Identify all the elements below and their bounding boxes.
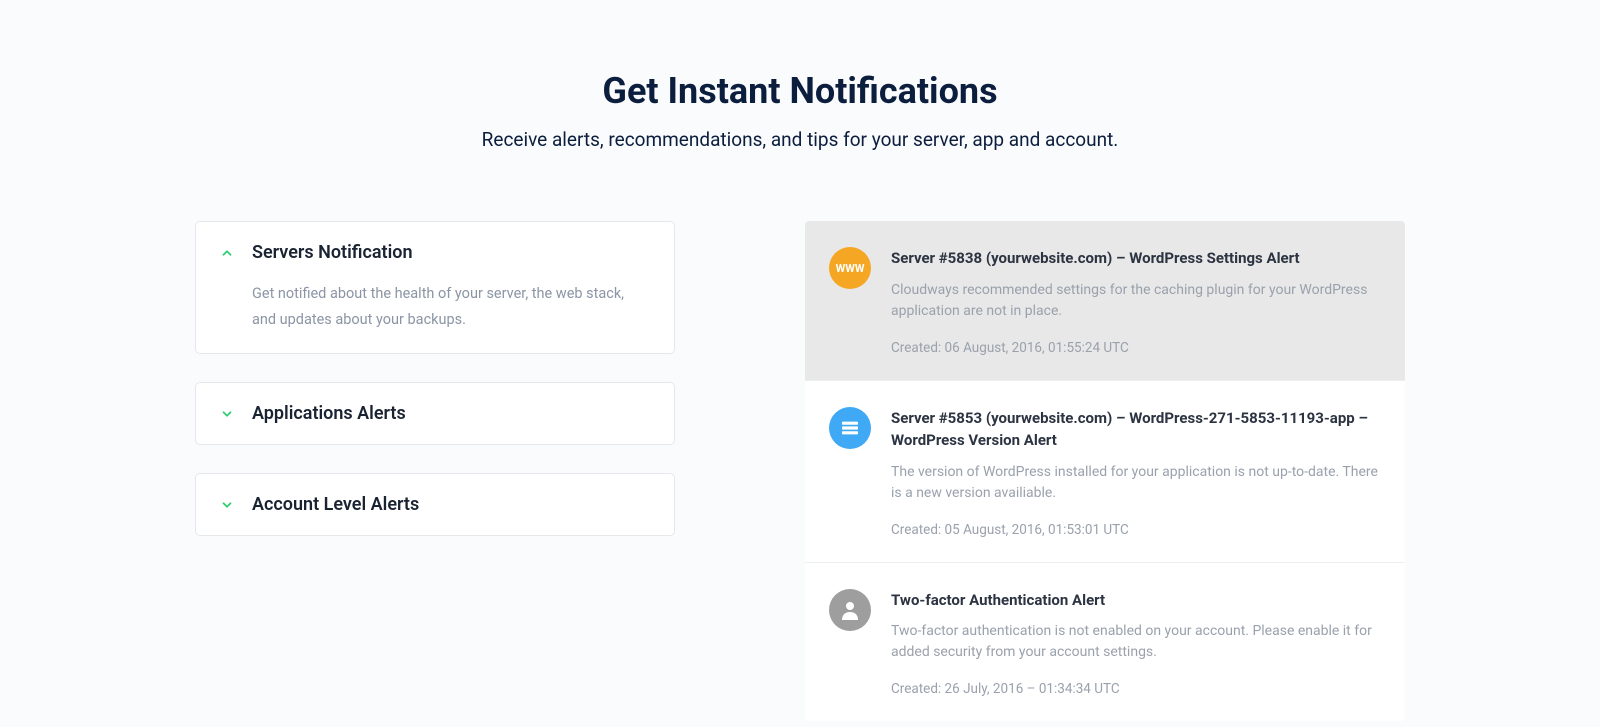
chevron-down-icon [220, 498, 234, 512]
accordion-body: Get notified about the health of your se… [220, 281, 650, 333]
notification-item[interactable]: Two-factor Authentication Alert Two-fact… [805, 563, 1405, 722]
notifications-column: WWW Server #5838 (yourwebsite.com) – Wor… [805, 221, 1405, 721]
notification-date: Created: 06 August, 2016, 01:55:24 UTC [891, 340, 1381, 356]
notification-content: Server #5853 (yourwebsite.com) – WordPre… [891, 407, 1381, 538]
page-subtitle: Receive alerts, recommendations, and tip… [0, 128, 1600, 151]
www-icon: WWW [829, 247, 871, 289]
content-area: Servers Notification Get notified about … [0, 221, 1600, 721]
notification-item[interactable]: Server #5853 (yourwebsite.com) – WordPre… [805, 381, 1405, 563]
accordion-column: Servers Notification Get notified about … [195, 221, 675, 721]
notification-title: Server #5853 (yourwebsite.com) – WordPre… [891, 407, 1381, 452]
notification-description: Two-factor authentication is not enabled… [891, 621, 1381, 663]
page-title: Get Instant Notifications [0, 70, 1600, 112]
notification-title: Two-factor Authentication Alert [891, 589, 1381, 612]
server-icon [829, 407, 871, 449]
accordion-item-servers: Servers Notification Get notified about … [195, 221, 675, 354]
notification-date: Created: 26 July, 2016 – 01:34:34 UTC [891, 681, 1381, 697]
chevron-up-icon [220, 246, 234, 260]
notification-item[interactable]: WWW Server #5838 (yourwebsite.com) – Wor… [805, 221, 1405, 381]
accordion-header-account[interactable]: Account Level Alerts [220, 494, 650, 515]
page-header: Get Instant Notifications Receive alerts… [0, 70, 1600, 151]
notification-description: Cloudways recommended settings for the c… [891, 280, 1381, 322]
person-icon [829, 589, 871, 631]
notification-date: Created: 05 August, 2016, 01:53:01 UTC [891, 522, 1381, 538]
chevron-down-icon [220, 407, 234, 421]
accordion-header-applications[interactable]: Applications Alerts [220, 403, 650, 424]
accordion-title: Applications Alerts [252, 403, 406, 424]
notification-content: Server #5838 (yourwebsite.com) – WordPre… [891, 247, 1381, 356]
notification-description: The version of WordPress installed for y… [891, 462, 1381, 504]
notification-content: Two-factor Authentication Alert Two-fact… [891, 589, 1381, 698]
accordion-item-applications: Applications Alerts [195, 382, 675, 445]
notification-title: Server #5838 (yourwebsite.com) – WordPre… [891, 247, 1381, 270]
accordion-header-servers[interactable]: Servers Notification [220, 242, 650, 263]
accordion-title: Account Level Alerts [252, 494, 419, 515]
accordion-title: Servers Notification [252, 242, 413, 263]
accordion-item-account: Account Level Alerts [195, 473, 675, 536]
